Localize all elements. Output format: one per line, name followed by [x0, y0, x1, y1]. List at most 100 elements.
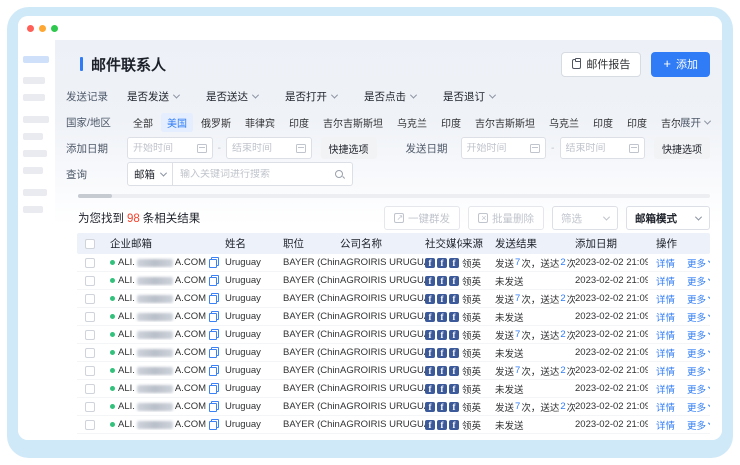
row-checkbox[interactable] [85, 312, 95, 322]
detail-link[interactable]: 详情 [656, 328, 675, 342]
country-filter-option[interactable]: 美国 [161, 113, 193, 132]
more-link[interactable]: 更多 [687, 274, 710, 288]
detail-link[interactable]: 详情 [656, 310, 675, 324]
facebook-icon[interactable] [449, 294, 459, 304]
filter-dropdown[interactable]: 是否退订 [443, 89, 495, 104]
country-filter-option[interactable]: 印度 [621, 113, 653, 132]
added-start-date-input[interactable] [127, 137, 213, 159]
sent-end-date-input[interactable] [560, 137, 646, 159]
facebook-icon[interactable] [425, 330, 435, 340]
filter-select[interactable]: 筛选 [552, 206, 618, 230]
facebook-icon[interactable] [437, 366, 447, 376]
more-link[interactable]: 更多 [687, 418, 710, 432]
added-end-date-input[interactable] [226, 137, 312, 159]
facebook-icon[interactable] [437, 276, 447, 286]
row-checkbox[interactable] [85, 420, 95, 430]
facebook-icon[interactable] [449, 420, 459, 430]
row-checkbox[interactable] [85, 348, 95, 358]
filter-dropdown[interactable]: 是否发送 [127, 89, 179, 104]
copy-icon[interactable] [209, 401, 219, 412]
detail-link[interactable]: 详情 [656, 400, 675, 414]
facebook-icon[interactable] [425, 294, 435, 304]
more-link[interactable]: 更多 [687, 328, 710, 342]
row-checkbox[interactable] [85, 330, 95, 340]
detail-link[interactable]: 详情 [656, 364, 675, 378]
copy-icon[interactable] [209, 257, 219, 268]
facebook-icon[interactable] [449, 330, 459, 340]
bulk-send-button[interactable]: 一键群发 [384, 206, 460, 230]
copy-icon[interactable] [209, 275, 219, 286]
minimize-window-icon[interactable] [39, 25, 46, 32]
query-field-select[interactable]: 邮箱 [127, 162, 173, 186]
country-filter-option[interactable]: 印度 [435, 113, 467, 132]
more-link[interactable]: 更多 [687, 310, 710, 324]
added-quick-options-button[interactable]: 快捷选项 [321, 137, 377, 159]
facebook-icon[interactable] [437, 330, 447, 340]
facebook-icon[interactable] [425, 312, 435, 322]
copy-icon[interactable] [209, 347, 219, 358]
country-filter-option[interactable]: 菲律宾 [239, 113, 281, 132]
copy-icon[interactable] [209, 365, 219, 376]
maximize-window-icon[interactable] [51, 25, 58, 32]
row-checkbox[interactable] [85, 294, 95, 304]
facebook-icon[interactable] [449, 312, 459, 322]
expand-toggle[interactable]: 展开 [680, 115, 710, 130]
detail-link[interactable]: 详情 [656, 292, 675, 306]
filter-dropdown[interactable]: 是否打开 [285, 89, 337, 104]
country-filter-option[interactable]: 乌克兰 [391, 113, 433, 132]
copy-icon[interactable] [209, 293, 219, 304]
mailbox-mode-select[interactable]: 邮箱模式 [626, 206, 710, 230]
row-checkbox[interactable] [85, 384, 95, 394]
facebook-icon[interactable] [425, 384, 435, 394]
detail-link[interactable]: 详情 [656, 346, 675, 360]
more-link[interactable]: 更多 [687, 346, 710, 360]
filter-dropdown[interactable]: 是否送达 [206, 89, 258, 104]
facebook-icon[interactable] [425, 402, 435, 412]
country-filter-option[interactable]: 吉尔吉斯斯坦 [655, 113, 680, 132]
copy-icon[interactable] [209, 383, 219, 394]
country-filter-option[interactable]: 印度 [283, 113, 315, 132]
facebook-icon[interactable] [449, 276, 459, 286]
facebook-icon[interactable] [437, 420, 447, 430]
country-filter-option[interactable]: 全部 [127, 113, 159, 132]
more-link[interactable]: 更多 [687, 364, 710, 378]
detail-link[interactable]: 详情 [656, 382, 675, 396]
facebook-icon[interactable] [437, 402, 447, 412]
facebook-icon[interactable] [437, 312, 447, 322]
facebook-icon[interactable] [437, 348, 447, 358]
row-checkbox[interactable] [85, 258, 95, 268]
copy-icon[interactable] [209, 419, 219, 430]
country-filter-option[interactable]: 吉尔吉斯斯坦 [469, 113, 541, 132]
facebook-icon[interactable] [437, 294, 447, 304]
facebook-icon[interactable] [437, 258, 447, 268]
country-filter-option[interactable]: 俄罗斯 [195, 113, 237, 132]
country-filter-option[interactable]: 乌克兰 [543, 113, 585, 132]
facebook-icon[interactable] [449, 366, 459, 376]
facebook-icon[interactable] [449, 258, 459, 268]
facebook-icon[interactable] [425, 366, 435, 376]
detail-link[interactable]: 详情 [656, 274, 675, 288]
facebook-icon[interactable] [437, 384, 447, 394]
country-filter-option[interactable]: 吉尔吉斯斯坦 [317, 113, 389, 132]
more-link[interactable]: 更多 [687, 400, 710, 414]
row-checkbox[interactable] [85, 366, 95, 376]
facebook-icon[interactable] [425, 258, 435, 268]
filter-dropdown[interactable]: 是否点击 [364, 89, 416, 104]
sent-quick-options-button[interactable]: 快捷选项 [654, 137, 710, 159]
copy-icon[interactable] [209, 329, 219, 340]
scrollbar-thumb[interactable] [78, 194, 112, 198]
bulk-delete-button[interactable]: 批量删除 [468, 206, 544, 230]
horizontal-scrollbar[interactable] [78, 194, 710, 198]
mail-report-button[interactable]: 邮件报告 [561, 52, 641, 77]
country-filter-option[interactable]: 印度 [587, 113, 619, 132]
facebook-icon[interactable] [425, 348, 435, 358]
facebook-icon[interactable] [425, 420, 435, 430]
more-link[interactable]: 更多 [687, 292, 710, 306]
facebook-icon[interactable] [425, 276, 435, 286]
close-window-icon[interactable] [27, 25, 34, 32]
facebook-icon[interactable] [449, 384, 459, 394]
copy-icon[interactable] [209, 311, 219, 322]
detail-link[interactable]: 详情 [656, 256, 675, 270]
keyword-search-input[interactable] [173, 162, 353, 186]
detail-link[interactable]: 详情 [656, 418, 675, 432]
